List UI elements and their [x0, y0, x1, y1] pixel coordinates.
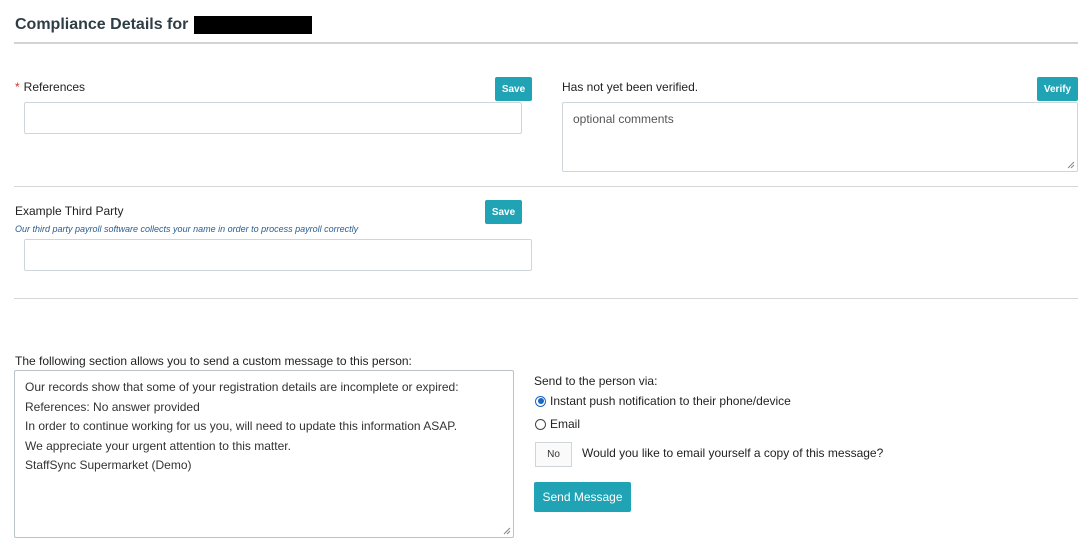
message-line: We appreciate your urgent attention to t… [25, 438, 291, 453]
push-option-label: Instant push notification to their phone… [550, 394, 791, 408]
page-title: Compliance Details for [15, 16, 313, 34]
email-copy-question: Would you like to email yourself a copy … [582, 446, 884, 460]
redacted-name [194, 16, 313, 34]
page-title-text: Compliance Details for [15, 16, 189, 33]
option-email[interactable]: Email [535, 417, 580, 431]
header-divider [14, 42, 1078, 44]
send-via-label: Send to the person via: [534, 374, 658, 388]
references-input[interactable] [24, 102, 522, 134]
email-copy-toggle[interactable]: No [535, 442, 572, 467]
section-divider [14, 298, 1078, 299]
comments-textarea[interactable]: optional comments [562, 102, 1078, 172]
push-radio[interactable] [535, 395, 546, 407]
references-label: References [23, 80, 86, 94]
resize-grip-icon[interactable] [1067, 161, 1075, 169]
references-save-button[interactable]: Save [495, 77, 532, 101]
third-party-input[interactable] [24, 239, 532, 271]
send-message-button[interactable]: Send Message [534, 482, 631, 512]
email-radio[interactable] [535, 418, 546, 430]
resize-grip-icon[interactable] [503, 527, 511, 535]
third-party-label: Example Third Party [15, 204, 124, 218]
verify-button[interactable]: Verify [1037, 77, 1078, 101]
message-line: Our records show that some of your regis… [25, 380, 459, 394]
message-line: References: No answer provided [25, 399, 200, 414]
third-party-hint: Our third party payroll software collect… [15, 224, 359, 234]
option-push[interactable]: Instant push notification to their phone… [535, 394, 791, 408]
message-textarea[interactable]: Our records show that some of your regis… [14, 370, 514, 538]
third-party-save-button[interactable]: Save [485, 200, 522, 224]
required-marker: * [15, 80, 20, 94]
message-line: StaffSync Supermarket (Demo) [25, 458, 192, 472]
section-divider [14, 186, 1078, 187]
message-line: In order to continue working for us you,… [25, 419, 458, 433]
verification-status: Has not yet been verified. [562, 80, 699, 94]
comments-placeholder: optional comments [573, 112, 674, 126]
references-label-row: * References [15, 80, 85, 94]
message-intro: The following section allows you to send… [15, 354, 412, 368]
email-option-label: Email [550, 417, 581, 431]
